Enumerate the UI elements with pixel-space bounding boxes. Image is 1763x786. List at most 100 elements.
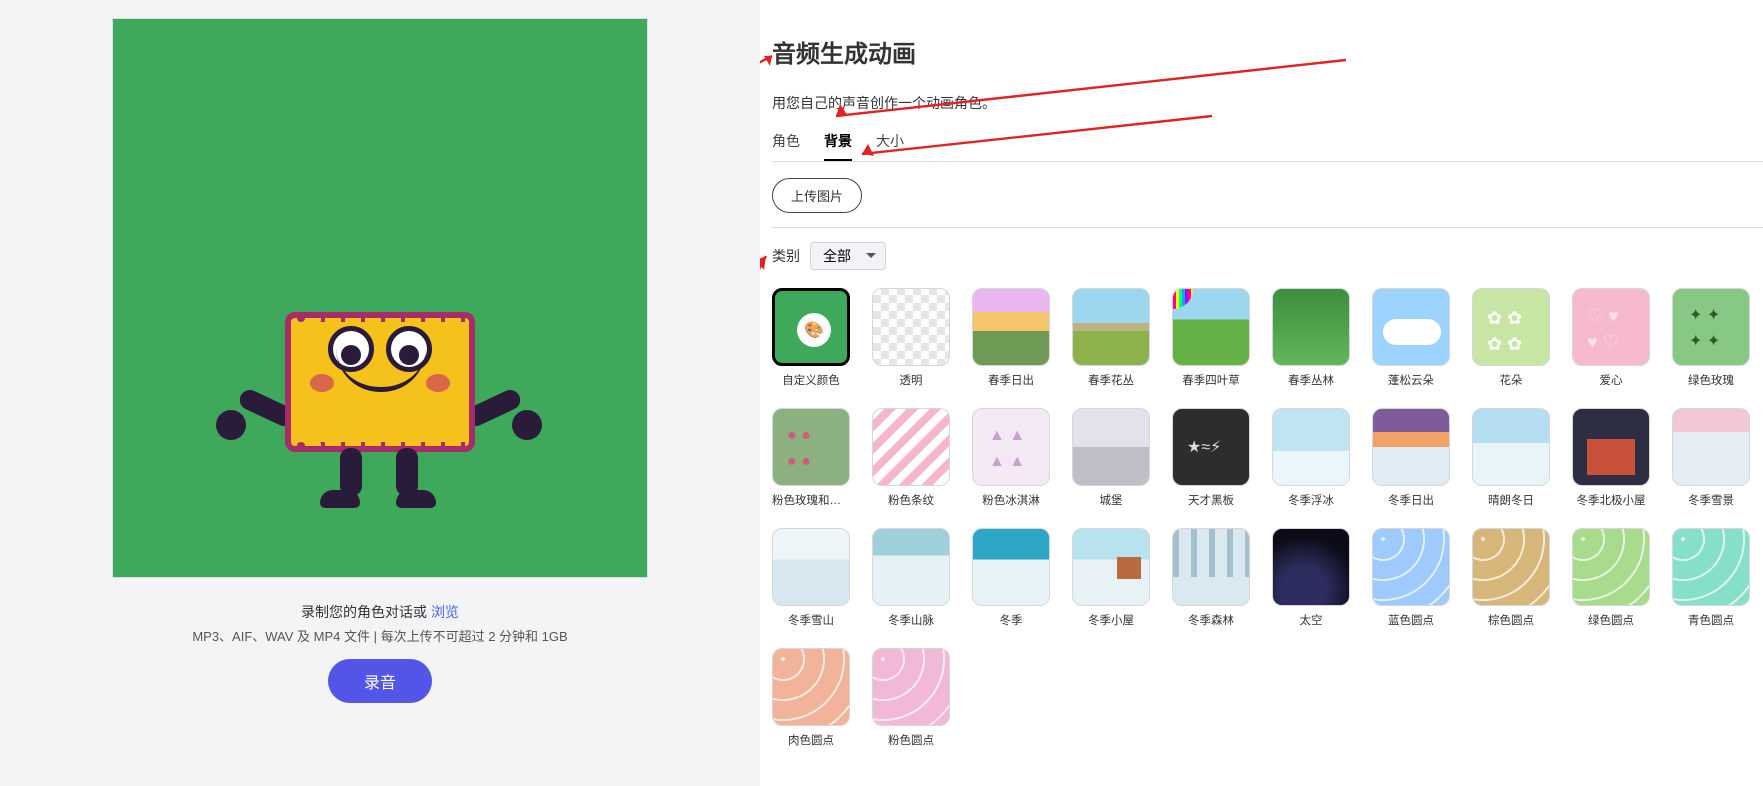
background-thumb — [1672, 288, 1750, 366]
preview-canvas — [112, 18, 648, 578]
background-tile[interactable]: 冬季 — [972, 528, 1050, 628]
background-tile-label: 棕色圆点 — [1472, 612, 1550, 628]
background-thumb — [872, 528, 950, 606]
background-tile[interactable]: 春季日出 — [972, 288, 1050, 388]
background-tile[interactable]: 天才黑板 — [1172, 408, 1250, 508]
background-tile-label: 冬季 — [972, 612, 1050, 628]
background-tile[interactable]: 粉色圆点 — [872, 648, 950, 748]
background-tile[interactable]: 冬季浮冰 — [1272, 408, 1350, 508]
settings-panel: 音频生成动画 用您自己的声音创作一个动画角色。 角色背景大小 上传图片 类别 全… — [760, 0, 1763, 786]
background-tile-label: 透明 — [872, 372, 950, 388]
background-thumb — [1372, 288, 1450, 366]
preview-panel: 录制您的角色对话或 浏览 MP3、AIF、WAV 及 MP4 文件 | 每次上传… — [0, 0, 760, 786]
background-tile-label: 晴朗冬日 — [1472, 492, 1550, 508]
record-caption-text: 录制您的角色对话或 — [301, 604, 427, 620]
tabs: 角色背景大小 — [772, 127, 1763, 162]
background-thumb — [1672, 408, 1750, 486]
background-tile[interactable]: 绿色玫瑰 — [1672, 288, 1750, 388]
background-thumb — [972, 408, 1050, 486]
background-tile[interactable]: 冬季雪景 — [1672, 408, 1750, 508]
category-select[interactable]: 全部 — [810, 242, 886, 270]
background-tile[interactable]: 🎨自定义颜色 — [772, 288, 850, 388]
palette-icon: 🎨 — [797, 313, 831, 347]
background-tile-label: 太空 — [1272, 612, 1350, 628]
background-tile-label: 粉色冰淇淋 — [972, 492, 1050, 508]
background-tile[interactable]: 青色圆点 — [1672, 528, 1750, 628]
background-tile[interactable]: 冬季北极小屋 — [1572, 408, 1650, 508]
upload-image-button[interactable]: 上传图片 — [772, 178, 862, 213]
background-grid: 🎨自定义颜色透明 春季日出 春季花丛 春季四叶草 春季丛林蓬松云朵花朵 爱心 绿色玫瑰粉色玫… — [772, 288, 1763, 748]
background-tile[interactable]: 冬季雪山 — [772, 528, 850, 628]
background-tile-label: 冬季北极小屋 — [1572, 492, 1650, 508]
background-tile[interactable]: 蓬松云朵 — [1372, 288, 1450, 388]
background-tile-label: 绿色圆点 — [1572, 612, 1650, 628]
tab-角色[interactable]: 角色 — [772, 127, 800, 161]
background-tile-label: 天才黑板 — [1172, 492, 1250, 508]
background-thumb — [1372, 408, 1450, 486]
background-tile-label: 春季日出 — [972, 372, 1050, 388]
background-thumb — [1472, 288, 1550, 366]
background-tile[interactable]: 春季花丛 — [1072, 288, 1150, 388]
background-tile-label: 春季四叶草 — [1172, 372, 1250, 388]
background-tile[interactable]: 爱心 — [1572, 288, 1650, 388]
background-tile[interactable]: 太空 — [1272, 528, 1350, 628]
background-tile[interactable]: 肉色圆点 — [772, 648, 850, 748]
background-thumb — [1572, 288, 1650, 366]
tab-背景[interactable]: 背景 — [824, 127, 852, 161]
background-tile-label: 绿色玫瑰 — [1672, 372, 1750, 388]
background-tile[interactable]: 粉色冰淇淋 — [972, 408, 1050, 508]
background-thumb — [1172, 408, 1250, 486]
browse-link[interactable]: 浏览 — [431, 604, 459, 620]
background-tile[interactable]: 棕色圆点 — [1472, 528, 1550, 628]
background-thumb — [1172, 528, 1250, 606]
background-thumb: 🎨 — [772, 288, 850, 366]
background-tile[interactable]: 粉色玫瑰和绿叶 — [772, 408, 850, 508]
background-tile[interactable]: 晴朗冬日 — [1472, 408, 1550, 508]
background-tile[interactable]: 春季四叶草 — [1172, 288, 1250, 388]
background-tile-label: 粉色圆点 — [872, 732, 950, 748]
background-thumb — [872, 648, 950, 726]
background-tile-label: 青色圆点 — [1672, 612, 1750, 628]
background-tile-label: 冬季日出 — [1372, 492, 1450, 508]
page-subtitle: 用您自己的声音创作一个动画角色。 — [772, 93, 1763, 113]
background-tile-label: 冬季浮冰 — [1272, 492, 1350, 508]
record-caption-sub: MP3、AIF、WAV 及 MP4 文件 | 每次上传不可超过 2 分钟和 1G… — [192, 626, 567, 645]
background-tile-label: 花朵 — [1472, 372, 1550, 388]
background-tile-label: 冬季小屋 — [1072, 612, 1150, 628]
background-tile[interactable]: 粉色条纹 — [872, 408, 950, 508]
background-tile[interactable]: 蓝色圆点 — [1372, 528, 1450, 628]
record-caption: 录制您的角色对话或 浏览 — [301, 602, 459, 622]
background-tile-label: 冬季雪景 — [1672, 492, 1750, 508]
background-tile[interactable]: 绿色圆点 — [1572, 528, 1650, 628]
background-tile-label: 粉色玫瑰和绿叶 — [772, 492, 850, 508]
background-tile-label: 蓝色圆点 — [1372, 612, 1450, 628]
background-thumb — [872, 288, 950, 366]
background-tile-label: 冬季山脉 — [872, 612, 950, 628]
background-tile[interactable]: 透明 — [872, 288, 950, 388]
background-tile[interactable]: 冬季山脉 — [872, 528, 950, 628]
background-tile-label: 城堡 — [1072, 492, 1150, 508]
background-tile-label: 冬季雪山 — [772, 612, 850, 628]
background-thumb — [1072, 288, 1150, 366]
background-tile[interactable]: 春季丛林 — [1272, 288, 1350, 388]
tab-大小[interactable]: 大小 — [876, 127, 904, 161]
background-tile[interactable]: 冬季日出 — [1372, 408, 1450, 508]
background-thumb — [1572, 528, 1650, 606]
background-thumb — [1572, 408, 1650, 486]
background-thumb — [1272, 528, 1350, 606]
background-thumb — [1272, 408, 1350, 486]
character-illustration — [240, 238, 520, 518]
background-tile[interactable]: 花朵 — [1472, 288, 1550, 388]
record-button[interactable]: 录音 — [328, 659, 432, 703]
background-tile[interactable]: 城堡 — [1072, 408, 1150, 508]
background-tile-label: 爱心 — [1572, 372, 1650, 388]
page-title: 音频生成动画 — [772, 34, 1763, 69]
background-tile-label: 肉色圆点 — [772, 732, 850, 748]
background-thumb — [1072, 528, 1150, 606]
background-tile-label: 春季花丛 — [1072, 372, 1150, 388]
background-thumb — [1472, 408, 1550, 486]
background-thumb — [1372, 528, 1450, 606]
background-tile[interactable]: 冬季森林 — [1172, 528, 1250, 628]
background-tile[interactable]: 冬季小屋 — [1072, 528, 1150, 628]
background-thumb — [872, 408, 950, 486]
